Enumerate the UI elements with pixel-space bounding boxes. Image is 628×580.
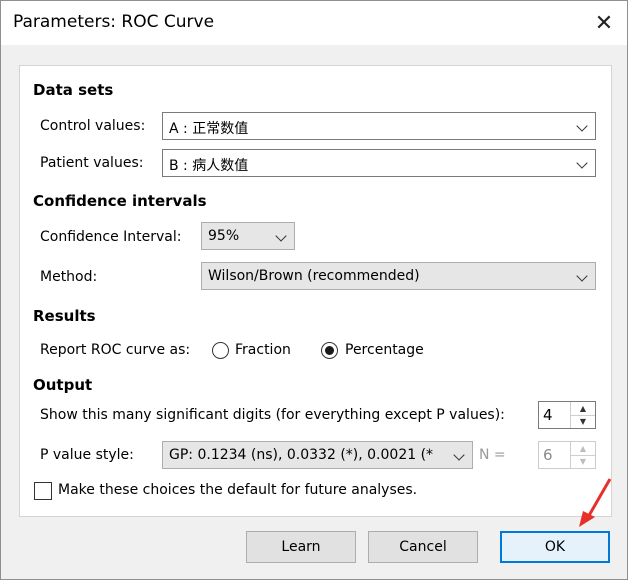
significant-digits-stepper[interactable]: 4 ▲ ▼ xyxy=(538,401,596,429)
significant-digits-value[interactable]: 4 xyxy=(543,406,553,424)
stepper-buttons: ▲ ▼ xyxy=(570,402,595,428)
patient-values-label: Patient values: xyxy=(40,155,144,171)
report-roc-label: Report ROC curve as: xyxy=(40,342,191,358)
chevron-down-icon xyxy=(576,120,588,132)
percentage-radio[interactable] xyxy=(321,342,338,359)
control-values-select[interactable]: A : 正常数值 xyxy=(162,112,596,140)
title-bar: Parameters: ROC Curve ✕ xyxy=(1,1,627,45)
p-value-style-value: GP: 0.1234 (ns), 0.0332 (*), 0.0021 (* xyxy=(169,447,434,463)
chevron-down-icon xyxy=(453,449,465,461)
cancel-button[interactable]: Cancel xyxy=(368,531,478,563)
dialog-title: Parameters: ROC Curve xyxy=(13,12,215,32)
data-sets-heading: Data sets xyxy=(33,81,114,99)
parameters-panel: Data sets Control values: A : 正常数值 Patie… xyxy=(19,65,612,517)
chevron-down-icon xyxy=(576,157,588,169)
significant-digits-label: Show this many significant digits (for e… xyxy=(40,407,505,423)
fraction-radio[interactable] xyxy=(212,342,229,359)
patient-values-value: B : 病人数值 xyxy=(169,158,249,174)
roc-parameters-dialog: Parameters: ROC Curve ✕ Data sets Contro… xyxy=(0,0,628,580)
p-value-style-select[interactable]: GP: 0.1234 (ns), 0.0332 (*), 0.0021 (* xyxy=(162,441,473,469)
arrow-pointer-icon xyxy=(579,478,612,527)
output-heading: Output xyxy=(33,376,93,394)
n-value: 6 xyxy=(543,446,553,464)
learn-button[interactable]: Learn xyxy=(246,531,356,563)
patient-values-select[interactable]: B : 病人数值 xyxy=(162,149,596,177)
control-values-label: Control values: xyxy=(40,118,146,134)
method-value: Wilson/Brown (recommended) xyxy=(208,268,420,284)
stepper-buttons: ▲ ▼ xyxy=(570,442,595,468)
method-select[interactable]: Wilson/Brown (recommended) xyxy=(201,262,596,290)
stepper-up-icon: ▲ xyxy=(571,442,595,456)
stepper-down-icon: ▼ xyxy=(579,457,587,466)
stepper-down-icon[interactable]: ▼ xyxy=(571,415,595,428)
results-heading: Results xyxy=(33,307,96,325)
confidence-interval-value: 95% xyxy=(208,228,240,244)
default-choices-checkbox[interactable] xyxy=(34,482,52,500)
p-value-style-label: P value style: xyxy=(40,447,134,463)
stepper-up-icon[interactable]: ▲ xyxy=(571,402,595,416)
chevron-down-icon xyxy=(576,270,588,282)
n-stepper: 6 ▲ ▼ xyxy=(538,441,596,469)
fraction-label[interactable]: Fraction xyxy=(235,342,291,358)
n-label: N = xyxy=(479,447,506,463)
percentage-label[interactable]: Percentage xyxy=(345,342,424,358)
confidence-interval-label: Confidence Interval: xyxy=(40,229,182,245)
close-icon[interactable]: ✕ xyxy=(581,1,627,45)
confidence-intervals-heading: Confidence intervals xyxy=(33,192,207,210)
default-choices-label[interactable]: Make these choices the default for futur… xyxy=(58,482,417,498)
ok-button[interactable]: OK xyxy=(500,531,610,563)
confidence-interval-select[interactable]: 95% xyxy=(201,222,295,250)
method-label: Method: xyxy=(40,269,98,285)
control-values-value: A : 正常数值 xyxy=(169,121,249,137)
chevron-down-icon xyxy=(275,230,287,242)
